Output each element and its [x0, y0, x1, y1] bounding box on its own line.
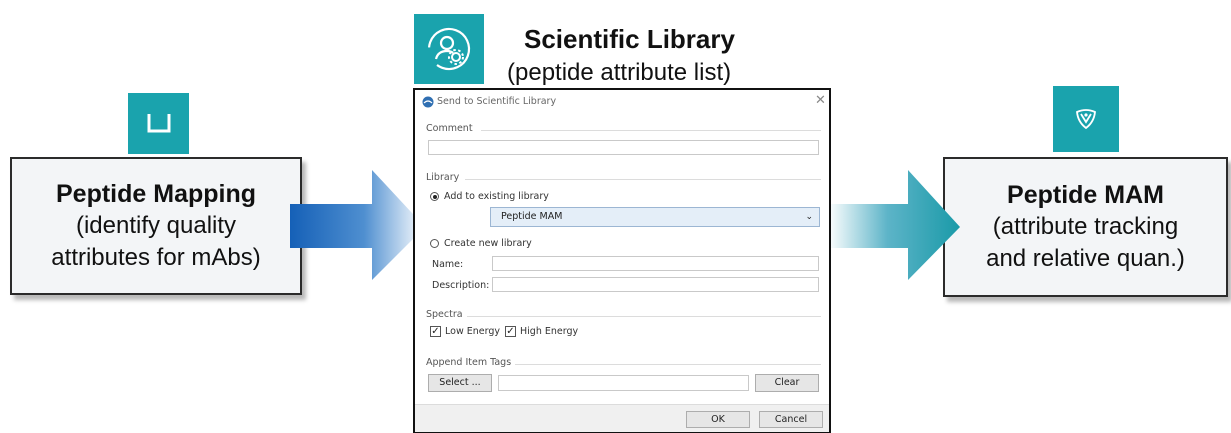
peptide-mapping-line-2: attributes for mAbs) [51, 244, 261, 271]
description-field[interactable] [492, 277, 819, 292]
unifi-u-icon [147, 113, 170, 132]
append-tags-label: Append Item Tags [426, 357, 512, 368]
peptide-mapping-line-1: (identify quality [75, 212, 237, 239]
add-existing-label: Add to existing library [444, 191, 549, 202]
arrow-left-to-dialog [290, 170, 425, 280]
cancel-button[interactable]: Cancel [759, 411, 823, 428]
create-new-radio[interactable] [430, 239, 439, 248]
chevron-down-icon: ⌄ [805, 212, 813, 222]
select-tags-button[interactable]: Select ... [428, 374, 492, 392]
peptide-mapping-title: Peptide Mapping [56, 180, 256, 208]
peptide-mam-box: Peptide MAM (attribute tracking and rela… [943, 157, 1228, 297]
dialog-title: Send to Scientific Library [437, 96, 557, 107]
low-energy-label: Low Energy [445, 326, 500, 337]
peptide-mapping-icon-tile [128, 93, 189, 154]
spectra-label: Spectra [426, 309, 463, 320]
library-user-gear-icon [427, 27, 471, 71]
peptide-mam-title: Peptide MAM [1007, 181, 1164, 209]
scientific-library-icon-tile [414, 14, 484, 84]
high-energy-label: High Energy [520, 326, 579, 337]
close-icon[interactable]: ✕ [815, 93, 826, 108]
add-existing-radio[interactable] [430, 192, 439, 201]
library-label: Library [426, 172, 460, 183]
app-logo-icon [422, 96, 434, 108]
append-tags-separator [515, 364, 821, 365]
comment-label: Comment [426, 123, 473, 134]
low-energy-checkbox[interactable]: ✓ [430, 326, 441, 337]
send-to-library-dialog: Send to Scientific Library ✕ Comment Lib… [413, 88, 831, 433]
comment-separator [481, 130, 821, 131]
existing-library-select[interactable]: Peptide MAM ⌄ [490, 207, 820, 227]
peptide-mam-line-1: (attribute tracking [992, 213, 1179, 240]
library-title: Scientific Library [524, 24, 735, 54]
peptide-mam-line-2: and relative quan.) [986, 245, 1185, 272]
description-label: Description: [432, 280, 490, 291]
existing-library-value: Peptide MAM [501, 211, 563, 222]
library-separator [465, 179, 821, 180]
create-new-label: Create new library [444, 238, 532, 249]
name-field[interactable] [492, 256, 819, 271]
library-subtitle: (peptide attribute list) [507, 59, 732, 86]
high-energy-checkbox[interactable]: ✓ [505, 326, 516, 337]
tags-field[interactable] [498, 375, 749, 391]
comment-field[interactable] [428, 140, 819, 155]
dialog-footer: OK Cancel [415, 404, 829, 432]
ok-button[interactable]: OK [686, 411, 750, 428]
clear-tags-button[interactable]: Clear [755, 374, 819, 392]
dialog-titlebar: Send to Scientific Library ✕ [415, 90, 829, 116]
arrow-dialog-to-right [828, 170, 960, 280]
name-label: Name: [432, 259, 464, 270]
mam-shield-icon [1076, 109, 1096, 130]
peptide-mam-icon-tile [1053, 86, 1119, 152]
peptide-mapping-box: Peptide Mapping (identify quality attrib… [10, 157, 302, 295]
spectra-separator [467, 316, 821, 317]
